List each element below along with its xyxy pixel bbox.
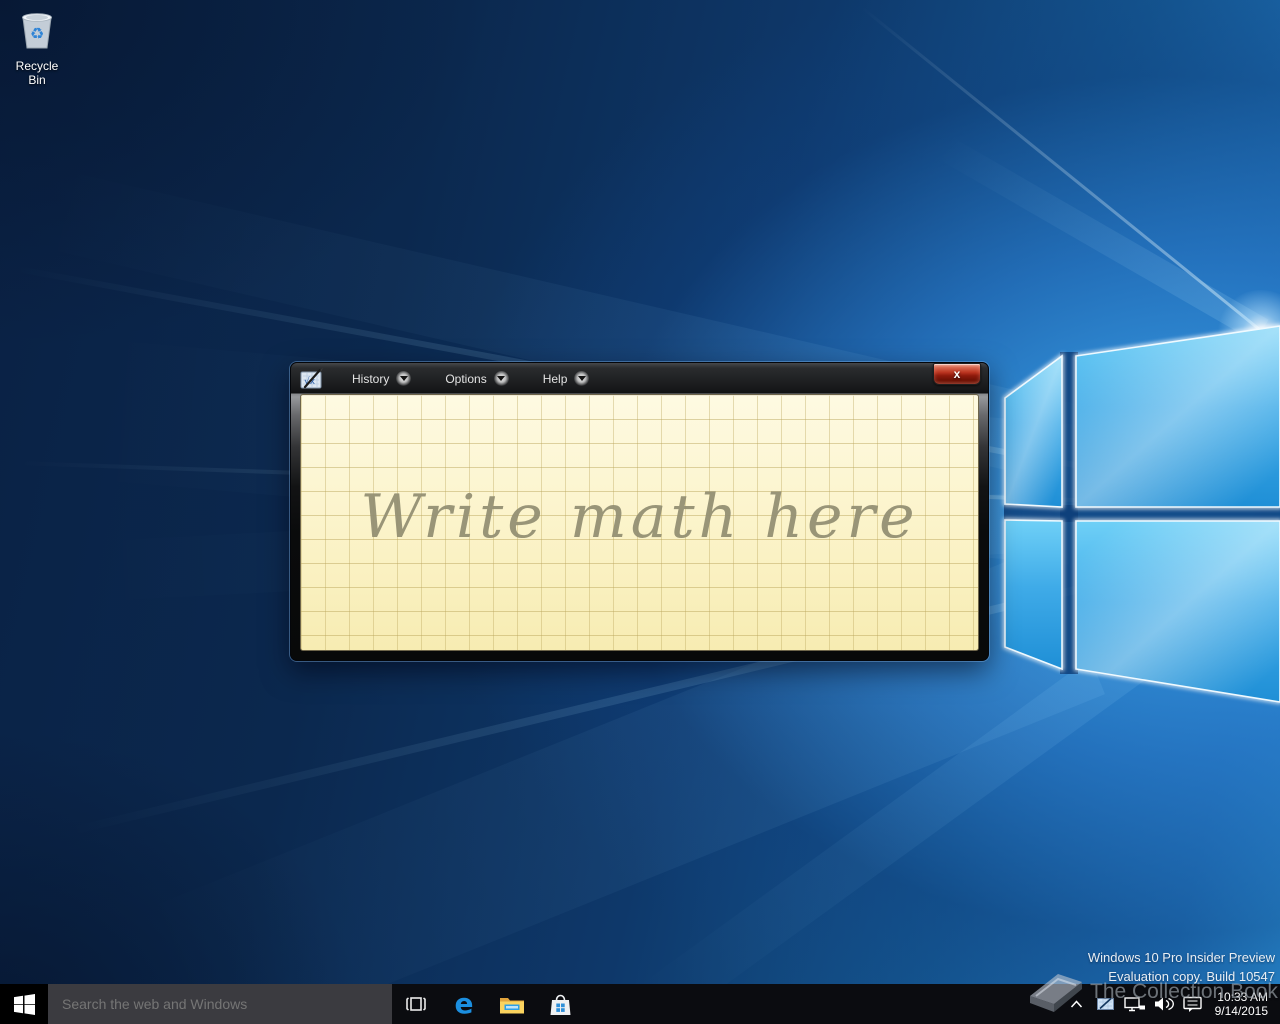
- desktop: ♻ Recycle Bin √x History Options: [0, 0, 1280, 1024]
- recycle-bin-icon: ♻: [22, 13, 52, 49]
- menu-label: Help: [542, 371, 568, 386]
- windows-start-icon: [13, 993, 35, 1015]
- chevron-down-icon: [493, 371, 509, 386]
- edge-button[interactable]: e: [440, 984, 488, 1024]
- window-titlebar[interactable]: √x History Options Help x: [291, 363, 988, 394]
- close-icon: x: [953, 367, 961, 381]
- volume-icon: [1154, 997, 1174, 1011]
- chevron-down-icon: [396, 371, 412, 386]
- system-tray: 10:33 AM 9/14/2015: [1066, 984, 1280, 1024]
- task-view-button[interactable]: [392, 984, 440, 1024]
- action-center-glyph: [1182, 996, 1202, 1012]
- task-view-icon: [406, 997, 426, 1011]
- chevron-up-icon: [1071, 1000, 1083, 1008]
- search-box[interactable]: [48, 984, 392, 1024]
- store-button[interactable]: [536, 984, 584, 1024]
- light-beam: [825, 0, 1263, 333]
- chevron-down-icon: [574, 371, 590, 386]
- clock-date: 9/14/2015: [1214, 1004, 1268, 1018]
- action-center-icon[interactable]: [1182, 989, 1204, 1019]
- network-icon: [1123, 996, 1145, 1011]
- menu-help[interactable]: Help: [535, 368, 598, 389]
- store-icon: [550, 994, 570, 1015]
- clock[interactable]: 10:33 AM 9/14/2015: [1211, 990, 1272, 1018]
- hidden-icons-chevron[interactable]: [1066, 989, 1088, 1019]
- svg-text:♻: ♻: [30, 24, 44, 43]
- tray-network-icon[interactable]: [1123, 989, 1146, 1019]
- windows-watermark: Windows 10 Pro Insider Preview Evaluatio…: [1088, 948, 1275, 986]
- recycle-bin-label: Recycle Bin: [15, 59, 59, 87]
- file-explorer-button[interactable]: [488, 984, 536, 1024]
- taskbar: e: [0, 984, 1280, 1024]
- light-beam: [891, 109, 1269, 343]
- file-explorer-icon: [500, 997, 524, 1013]
- watermark-line1: Windows 10 Pro Insider Preview: [1087, 950, 1275, 965]
- edge-icon: e: [454, 987, 474, 1020]
- clock-time: 10:33 AM: [1217, 990, 1268, 1004]
- light-beam: [548, 639, 1145, 1024]
- close-button[interactable]: x: [933, 363, 981, 385]
- menu-label: Options: [445, 371, 487, 386]
- tray-math-input-icon[interactable]: [1095, 989, 1117, 1019]
- start-button[interactable]: [0, 984, 48, 1024]
- search-input[interactable]: [48, 995, 392, 1013]
- math-input-tray-icon: [1096, 997, 1114, 1010]
- math-input-panel-icon: √x: [300, 367, 323, 388]
- recycle-bin[interactable]: ♻ Recycle Bin: [6, 6, 68, 87]
- menu-options[interactable]: Options: [437, 368, 516, 389]
- menu-history[interactable]: History: [344, 368, 419, 389]
- write-math-hint: Write math here: [360, 481, 919, 552]
- math-input-panel-window: √x History Options Help x Write math her…: [290, 362, 989, 661]
- math-canvas[interactable]: Write math here: [300, 394, 979, 651]
- tray-volume-icon[interactable]: [1153, 989, 1175, 1019]
- menu-label: History: [352, 371, 390, 386]
- windows-logo-artwork: [1003, 324, 1280, 704]
- light-flare: [1216, 290, 1280, 374]
